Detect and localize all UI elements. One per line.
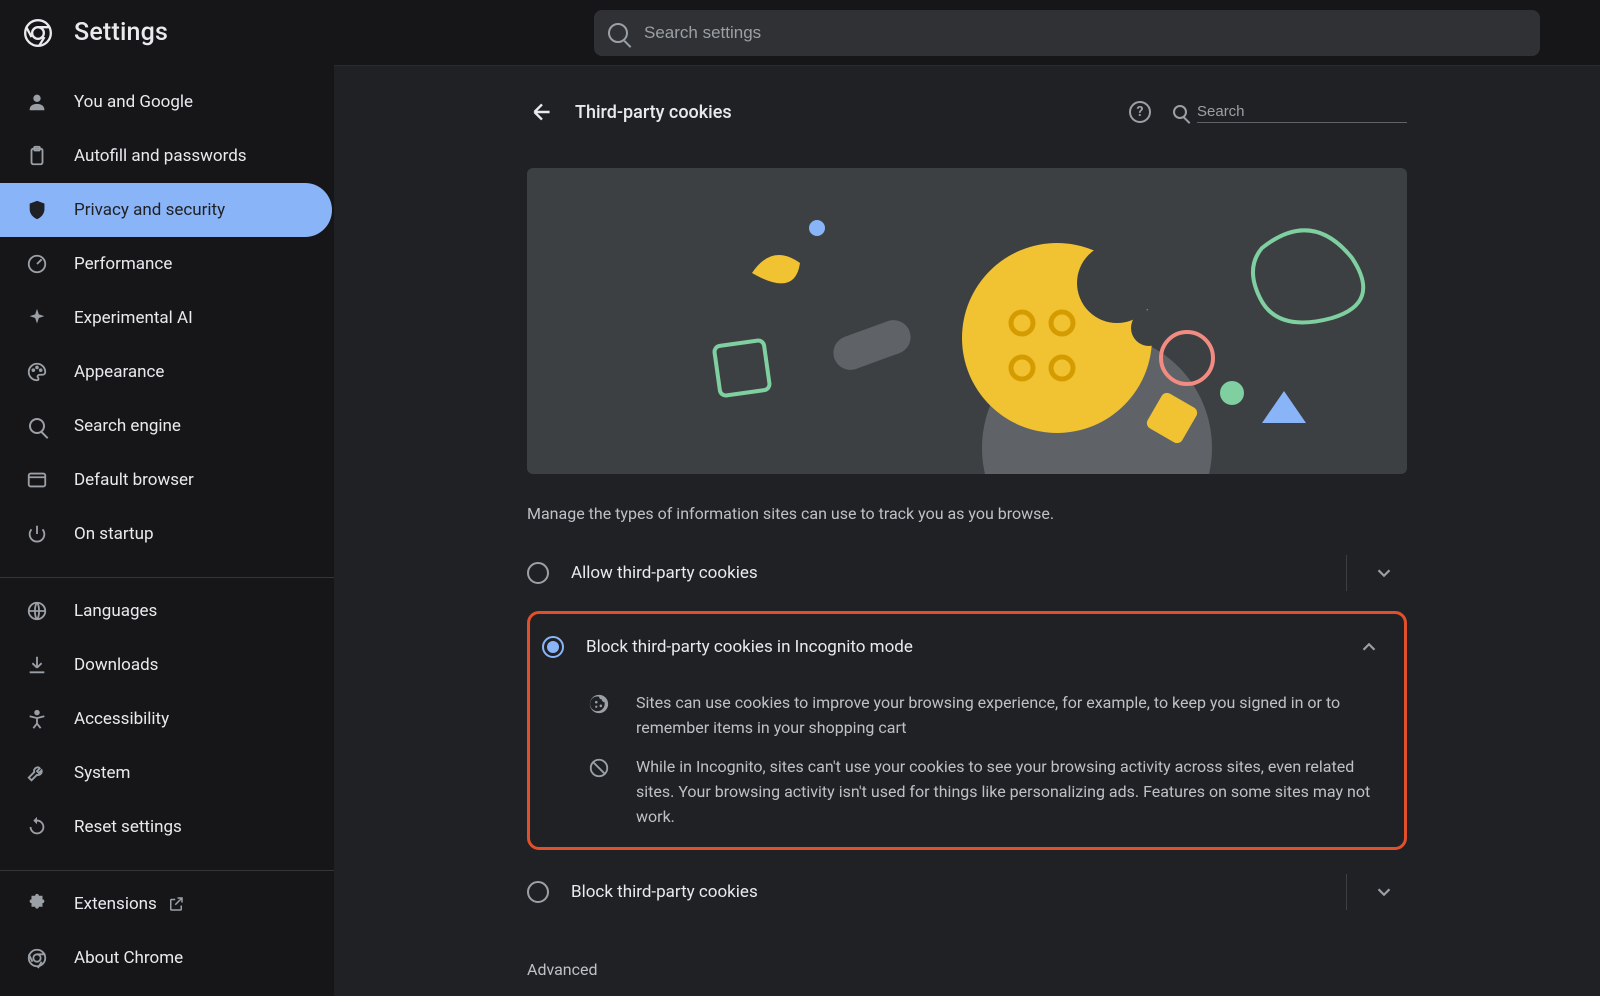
window-icon [26,469,48,491]
sidebar-item-accessibility[interactable]: Accessibility [0,692,334,746]
sidebar-item-label: Languages [74,601,157,621]
top-bar: Settings [0,0,1600,65]
reset-icon [26,816,48,838]
sidebar-item-downloads[interactable]: Downloads [0,638,334,692]
palette-icon [26,361,48,383]
sidebar-item-system[interactable]: System [0,746,334,800]
search-icon [608,23,628,43]
chrome-icon [26,947,48,969]
sidebar-item-languages[interactable]: Languages [0,584,334,638]
page-title: Third-party cookies [575,102,732,123]
chevron-down-icon[interactable] [1373,562,1395,584]
sidebar-item-appearance[interactable]: Appearance [0,345,334,399]
sidebar-item-label: Performance [74,254,172,274]
highlighted-option-block: Block third-party cookies in Incognito m… [527,611,1407,850]
sidebar-item-reset[interactable]: Reset settings [0,800,334,854]
cookie-option-label: Allow third-party cookies [571,563,758,583]
sidebar-item-autofill[interactable]: Autofill and passwords [0,129,334,183]
sidebar-item-label: Privacy and security [74,200,225,220]
page-description: Manage the types of information sites ca… [527,504,1407,523]
globe-icon [26,600,48,622]
row-divider [1346,555,1347,591]
cookie-option-block-all[interactable]: Block third-party cookies [527,860,1407,924]
option-detail: Sites can use cookies to improve your br… [542,690,1392,740]
sidebar-item-you-and-google[interactable]: You and Google [0,75,334,129]
radio-icon [542,636,564,658]
row-divider [1346,874,1347,910]
chevron-up-icon[interactable] [1358,636,1380,658]
sidebar: You and Google Autofill and passwords Pr… [0,65,334,996]
search-icon [26,415,48,437]
sidebar-item-label: Accessibility [74,709,169,729]
sidebar-item-label: Appearance [74,362,164,382]
radio-icon [527,881,549,903]
help-icon[interactable]: ? [1129,101,1151,123]
app-title: Settings [74,18,168,47]
sidebar-item-about-chrome[interactable]: About Chrome [0,931,334,985]
gauge-icon [26,253,48,275]
clipboard-icon [26,145,48,167]
radio-icon [527,562,549,584]
inpage-search[interactable] [1173,101,1407,123]
sidebar-item-label: Experimental AI [74,308,193,328]
content-area: Third-party cookies ? [334,65,1600,996]
cookie-option-label: Block third-party cookies in Incognito m… [586,637,913,657]
top-search-input[interactable] [642,22,1526,44]
option-detail-text: Sites can use cookies to improve your br… [636,690,1392,740]
sidebar-item-label: Downloads [74,655,158,675]
cookie-option-label: Block third-party cookies [571,882,758,902]
sidebar-item-label: Default browser [74,470,194,490]
block-icon [588,757,610,779]
puzzle-icon [26,893,48,915]
sidebar-item-label: Extensions [74,894,157,914]
sidebar-divider [0,577,334,578]
power-icon [26,523,48,545]
advanced-section-heading: Advanced [527,960,1407,979]
shield-icon [26,199,48,221]
sidebar-item-experimental-ai[interactable]: Experimental AI [0,291,334,345]
option-detail-text: While in Incognito, sites can't use your… [636,754,1392,829]
cookie-icon [588,693,610,715]
sidebar-item-label: Autofill and passwords [74,146,247,166]
sidebar-item-extensions[interactable]: Extensions [0,877,334,931]
option-detail: While in Incognito, sites can't use your… [542,754,1392,829]
wrench-icon [26,762,48,784]
accessibility-icon [26,708,48,730]
sidebar-divider [0,870,334,871]
sidebar-item-default-browser[interactable]: Default browser [0,453,334,507]
chrome-logo-icon [24,19,52,47]
cookie-option-block-incognito[interactable]: Block third-party cookies in Incognito m… [542,618,1392,676]
sidebar-item-label: On startup [74,524,154,544]
sidebar-item-label: About Chrome [74,948,183,968]
sidebar-item-label: Reset settings [74,817,182,837]
sidebar-item-label: System [74,763,130,783]
cookie-option-allow[interactable]: Allow third-party cookies [527,541,1407,605]
sidebar-item-on-startup[interactable]: On startup [0,507,334,561]
sidebar-item-search-engine[interactable]: Search engine [0,399,334,453]
sidebar-item-performance[interactable]: Performance [0,237,334,291]
sidebar-item-label: You and Google [74,92,193,112]
hero-illustration [527,168,1407,474]
external-link-icon [167,895,185,913]
search-icon [1173,105,1187,119]
page-header: Third-party cookies ? [527,88,1407,136]
top-search[interactable] [594,10,1540,56]
sidebar-item-label: Search engine [74,416,181,436]
chevron-down-icon[interactable] [1373,881,1395,903]
download-icon [26,654,48,676]
sparkle-icon [26,307,48,329]
sidebar-item-privacy[interactable]: Privacy and security [0,183,332,237]
person-icon [26,91,48,113]
back-button[interactable] [527,97,557,127]
inpage-search-input[interactable] [1197,101,1407,123]
